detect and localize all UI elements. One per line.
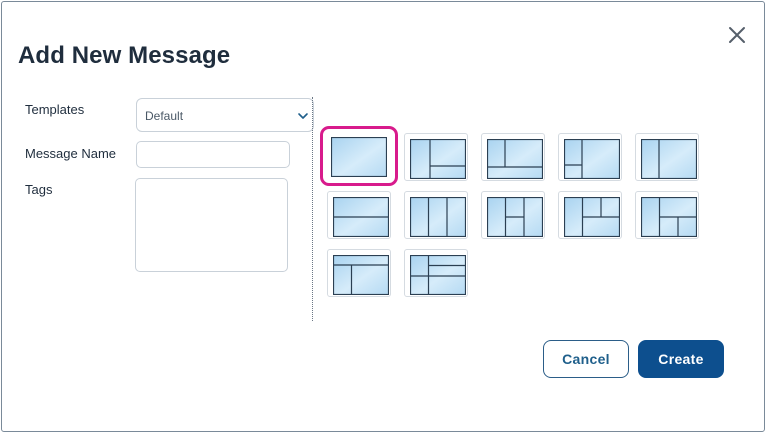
layout-template-2[interactable] (404, 133, 468, 181)
layout-top-split-icon (487, 139, 543, 179)
templates-select[interactable]: Default (136, 98, 314, 132)
layout-left-plus-bottom-split-icon (641, 197, 697, 237)
tags-label: Tags (25, 182, 53, 197)
section-divider (312, 97, 313, 321)
layout-header-two-columns-icon (333, 255, 389, 295)
layout-template-8[interactable] (481, 191, 545, 239)
layout-three-columns-icon (410, 197, 466, 237)
templates-label: Templates (25, 102, 85, 117)
message-name-label: Message Name (25, 146, 117, 161)
layout-template-9[interactable] (558, 191, 622, 239)
layout-template-7[interactable] (404, 191, 468, 239)
layout-single-icon (331, 137, 387, 177)
close-button[interactable] (724, 22, 750, 48)
chevron-down-icon (298, 113, 308, 119)
message-name-input[interactable] (136, 141, 290, 168)
layout-three-columns-middle-split-icon (487, 197, 543, 237)
layout-left-plus-rows-icon (410, 255, 466, 295)
layout-two-rows-icon (333, 197, 389, 237)
layout-template-1[interactable] (320, 126, 398, 186)
cancel-button[interactable]: Cancel (543, 340, 629, 378)
layout-template-4[interactable] (558, 133, 622, 181)
layout-template-6[interactable] (327, 191, 391, 239)
layout-left-right-split-icon (410, 139, 466, 179)
layout-template-11[interactable] (327, 249, 391, 297)
layout-narrow-left-icon (641, 139, 697, 179)
dialog-title: Add New Message (18, 42, 231, 69)
tags-textarea[interactable] (135, 178, 288, 272)
layout-template-12[interactable] (404, 249, 468, 297)
layout-template-5[interactable] (635, 133, 699, 181)
layout-left-plus-grid-icon (564, 197, 620, 237)
templates-selected-value: Default (145, 109, 184, 123)
layout-left-column-split-icon (564, 139, 620, 179)
add-message-dialog: Add New Message Templates Default Messag… (1, 1, 765, 432)
create-button[interactable]: Create (638, 340, 724, 378)
layout-template-3[interactable] (481, 133, 545, 181)
close-icon (729, 27, 745, 43)
layout-template-10[interactable] (635, 191, 699, 239)
